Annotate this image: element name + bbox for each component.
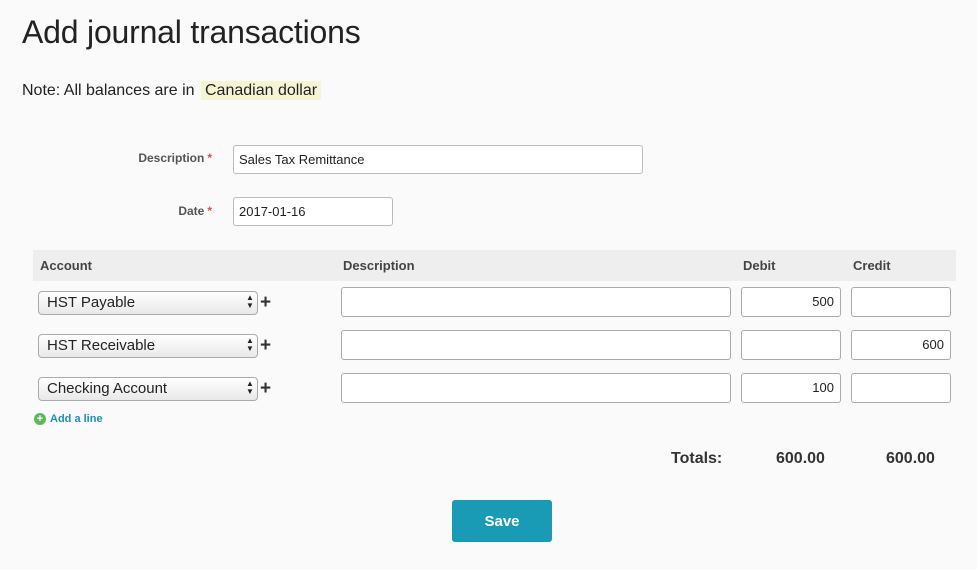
line-description-input[interactable] bbox=[341, 330, 731, 360]
debit-input[interactable]: 500 bbox=[741, 287, 841, 317]
account-column-header: Account bbox=[40, 258, 92, 273]
description-label-text: Description bbox=[138, 151, 205, 165]
date-label-text: Date bbox=[178, 204, 205, 218]
description-input[interactable]: Sales Tax Remittance bbox=[233, 145, 643, 174]
required-marker: * bbox=[207, 151, 212, 165]
debit-total: 600.00 bbox=[776, 450, 825, 467]
line-description-input[interactable] bbox=[341, 287, 731, 317]
description-field-label: Description * bbox=[0, 151, 212, 165]
account-select[interactable]: HST Receivable ▲ ▼ bbox=[38, 334, 258, 358]
account-select[interactable]: HST Payable ▲ ▼ bbox=[38, 291, 258, 315]
add-circle-icon: + bbox=[34, 413, 46, 425]
required-marker: * bbox=[207, 204, 212, 218]
save-button[interactable]: Save bbox=[452, 500, 552, 542]
debit-input[interactable] bbox=[741, 330, 841, 360]
add-line-label: Add a line bbox=[50, 413, 103, 425]
select-arrows-icon: ▲ ▼ bbox=[246, 336, 254, 353]
page-title: Add journal transactions bbox=[22, 14, 361, 50]
select-arrows-icon: ▲ ▼ bbox=[246, 379, 254, 396]
credit-input[interactable]: 600 bbox=[851, 330, 951, 360]
debit-column-header: Debit bbox=[743, 258, 776, 273]
date-input[interactable]: 2017-01-16 bbox=[233, 197, 393, 226]
account-select-value: HST Payable bbox=[47, 294, 136, 311]
totals-label: Totals: bbox=[671, 450, 723, 467]
journal-table-header: Account Description Debit Credit bbox=[33, 250, 956, 281]
account-select-value: Checking Account bbox=[47, 380, 168, 397]
select-arrows-icon: ▲ ▼ bbox=[246, 293, 254, 310]
credit-input[interactable] bbox=[851, 373, 951, 403]
debit-input[interactable]: 100 bbox=[741, 373, 841, 403]
line-description-input[interactable] bbox=[341, 373, 731, 403]
add-account-plus-icon[interactable]: + bbox=[260, 293, 271, 313]
note-text: Note: All balances are in bbox=[22, 82, 195, 99]
currency-badge: Canadian dollar bbox=[201, 81, 322, 100]
credit-column-header: Credit bbox=[853, 258, 891, 273]
date-field-label: Date * bbox=[0, 204, 212, 218]
add-account-plus-icon[interactable]: + bbox=[260, 336, 271, 356]
account-select-value: HST Receivable bbox=[47, 337, 156, 354]
description-column-header: Description bbox=[343, 258, 415, 273]
credit-input[interactable] bbox=[851, 287, 951, 317]
add-account-plus-icon[interactable]: + bbox=[260, 379, 271, 399]
add-line-link[interactable]: + Add a line bbox=[34, 413, 103, 425]
credit-total: 600.00 bbox=[886, 450, 935, 467]
currency-note: Note: All balances are in Canadian dolla… bbox=[22, 80, 322, 102]
account-select[interactable]: Checking Account ▲ ▼ bbox=[38, 377, 258, 401]
